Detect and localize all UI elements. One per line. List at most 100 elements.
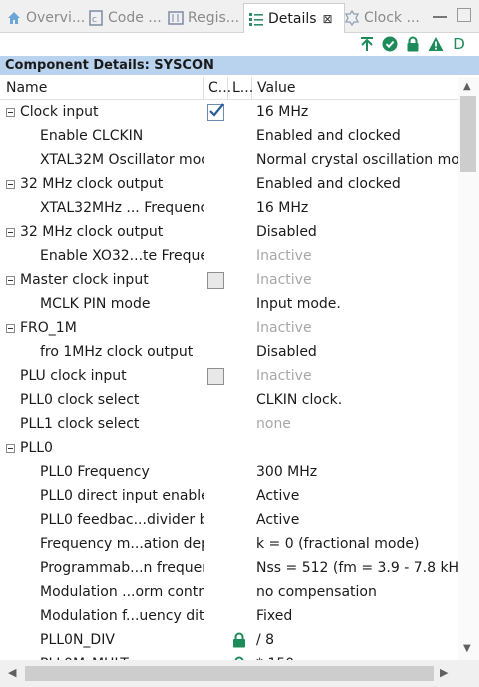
- row-value[interactable]: Disabled: [256, 220, 458, 244]
- row-name: MCLK PIN mode: [40, 296, 151, 312]
- table-row[interactable]: PLL1 clock select none: [0, 412, 458, 436]
- row-value[interactable]: Active: [256, 484, 458, 508]
- tab-overview[interactable]: Overvi...: [6, 4, 85, 31]
- row-value[interactable]: Active: [256, 508, 458, 532]
- collapse-toggle-icon[interactable]: [6, 324, 15, 333]
- row-value[interactable]: Input mode.: [256, 292, 458, 316]
- table-row[interactable]: Programmab...n frequenc Nss = 512 (fm = 3…: [0, 556, 458, 580]
- row-name: PLL0M_MULT: [40, 652, 204, 660]
- row-name: PLL0N_DIV: [40, 632, 115, 648]
- row-name: Programmab...n frequenc: [40, 560, 204, 576]
- table-row[interactable]: PLL0 feedbac...divider by Active: [0, 508, 458, 532]
- close-icon[interactable]: ⊠: [323, 12, 333, 26]
- scroll-right-icon[interactable]: ▶: [440, 666, 448, 679]
- table-row[interactable]: Master clock input Inactive: [0, 268, 458, 292]
- table-row[interactable]: Modulation ...orm contro no compensation: [0, 580, 458, 604]
- column-header-c[interactable]: C...: [204, 77, 231, 99]
- row-checkbox[interactable]: [207, 272, 224, 289]
- row-value[interactable]: none: [256, 412, 458, 436]
- tab-registers[interactable]: Regis...: [168, 4, 239, 31]
- table-row[interactable]: Clock input 16 MHz: [0, 100, 458, 124]
- vertical-scrollbar[interactable]: ▲ ▼: [458, 77, 479, 660]
- column-header-l[interactable]: L...: [228, 77, 253, 99]
- row-name: Clock input: [20, 104, 99, 120]
- row-value[interactable]: / 8: [256, 628, 458, 652]
- row-value[interactable]: Enabled and clocked: [256, 124, 458, 148]
- table-row[interactable]: fro 1MHz clock output Disabled: [0, 340, 458, 364]
- row-checkbox[interactable]: [207, 103, 224, 121]
- row-value[interactable]: Inactive: [256, 316, 458, 340]
- tab-code[interactable]: c Code ...: [88, 4, 162, 31]
- row-name: 32 MHz clock output: [20, 224, 164, 240]
- row-value[interactable]: Inactive: [256, 364, 458, 388]
- row-name: Master clock input: [20, 272, 149, 288]
- row-value[interactable]: 300 MHz: [256, 460, 458, 484]
- column-header-name[interactable]: Name: [0, 77, 204, 99]
- table-row[interactable]: PLL0: [0, 436, 458, 460]
- column-header-value[interactable]: Value: [252, 77, 458, 99]
- checkmark-icon: [209, 103, 224, 117]
- collapse-toggle-icon[interactable]: [6, 180, 15, 189]
- view-window-controls: [433, 8, 471, 22]
- horizontal-scroll-thumb[interactable]: [25, 666, 434, 681]
- tab-clock[interactable]: Clock ...: [344, 4, 420, 31]
- row-name: PLU clock input: [20, 368, 127, 384]
- collapse-toggle-icon[interactable]: [6, 108, 15, 117]
- row-name: PLL0 clock select: [20, 392, 140, 408]
- table-row[interactable]: MCLK PIN mode Input mode.: [0, 292, 458, 316]
- row-value[interactable]: * 150: [256, 652, 458, 660]
- table-row[interactable]: Modulation f...uency dithe Fixed: [0, 604, 458, 628]
- warning-icon[interactable]: [428, 36, 444, 52]
- table-row[interactable]: 32 MHz clock output Disabled: [0, 220, 458, 244]
- tab-details[interactable]: Details ⊠: [243, 3, 345, 34]
- vertical-scroll-thumb[interactable]: [460, 96, 476, 172]
- horizontal-scrollbar[interactable]: ◀ ▶: [0, 660, 479, 687]
- row-value[interactable]: Inactive: [256, 268, 458, 292]
- table-row[interactable]: XTAL32M Oscillator mod Normal crystal osc…: [0, 148, 458, 172]
- maximize-button[interactable]: [457, 8, 471, 22]
- table-row[interactable]: PLL0M_MULT * 150: [0, 652, 458, 660]
- table-row[interactable]: Frequency m...ation deptl k = 0 (fraction…: [0, 532, 458, 556]
- table-row[interactable]: 32 MHz clock output Enabled and clocked: [0, 172, 458, 196]
- table-row[interactable]: PLL0 direct input enable Active: [0, 484, 458, 508]
- scroll-up-icon[interactable]: ▲: [463, 81, 471, 92]
- row-value[interactable]: CLKIN clock.: [256, 388, 458, 412]
- row-value[interactable]: Normal crystal oscillation mod: [256, 148, 458, 172]
- table-row[interactable]: PLL0 Frequency 300 MHz: [0, 460, 458, 484]
- row-value[interactable]: Enabled and clocked: [256, 172, 458, 196]
- row-name: FRO_1M: [20, 320, 77, 336]
- lock-icon[interactable]: [405, 36, 421, 52]
- row-value[interactable]: 16 MHz: [256, 196, 458, 220]
- component-title: Component Details: SYSCON: [0, 56, 479, 75]
- table-row[interactable]: PLU clock input Inactive: [0, 364, 458, 388]
- row-value[interactable]: no compensation: [256, 580, 458, 604]
- table-row[interactable]: Enable XO32...te Frequen Inactive: [0, 244, 458, 268]
- row-value[interactable]: Fixed: [256, 604, 458, 628]
- minimize-button[interactable]: [433, 8, 447, 18]
- row-value[interactable]: Disabled: [256, 340, 458, 364]
- collapse-toggle-icon[interactable]: [6, 228, 15, 237]
- table-row[interactable]: FRO_1M Inactive: [0, 316, 458, 340]
- row-value[interactable]: k = 0 (fractional mode): [256, 532, 458, 556]
- row-checkbox[interactable]: [207, 368, 224, 385]
- row-name: PLL0 Frequency: [40, 464, 150, 480]
- table-row[interactable]: XTAL32MHz ... Frequency 16 MHz: [0, 196, 458, 220]
- tab-registers-label: Regis...: [188, 9, 240, 26]
- collapse-all-icon[interactable]: [359, 36, 375, 52]
- details-icon: [249, 13, 263, 26]
- row-name: Enable XO32...te Frequen: [40, 248, 204, 264]
- scroll-down-icon[interactable]: ▼: [463, 643, 471, 654]
- row-name: PLL1 clock select: [20, 416, 140, 432]
- row-value[interactable]: 16 MHz: [256, 100, 458, 124]
- check-circle-icon[interactable]: [382, 36, 398, 52]
- table-row[interactable]: Enable CLCKIN Enabled and clocked: [0, 124, 458, 148]
- row-value[interactable]: Inactive: [256, 244, 458, 268]
- d-toggle-button[interactable]: D: [451, 36, 467, 52]
- collapse-toggle-icon[interactable]: [6, 444, 15, 453]
- row-value[interactable]: Nss = 512 (fm = 3.9 - 7.8 kHz): [256, 556, 458, 580]
- collapse-toggle-icon[interactable]: [6, 276, 15, 285]
- table-row[interactable]: PLL0N_DIV / 8: [0, 628, 458, 652]
- tab-code-label: Code ...: [108, 9, 162, 26]
- scroll-left-icon[interactable]: ◀: [8, 666, 16, 679]
- table-row[interactable]: PLL0 clock select CLKIN clock.: [0, 388, 458, 412]
